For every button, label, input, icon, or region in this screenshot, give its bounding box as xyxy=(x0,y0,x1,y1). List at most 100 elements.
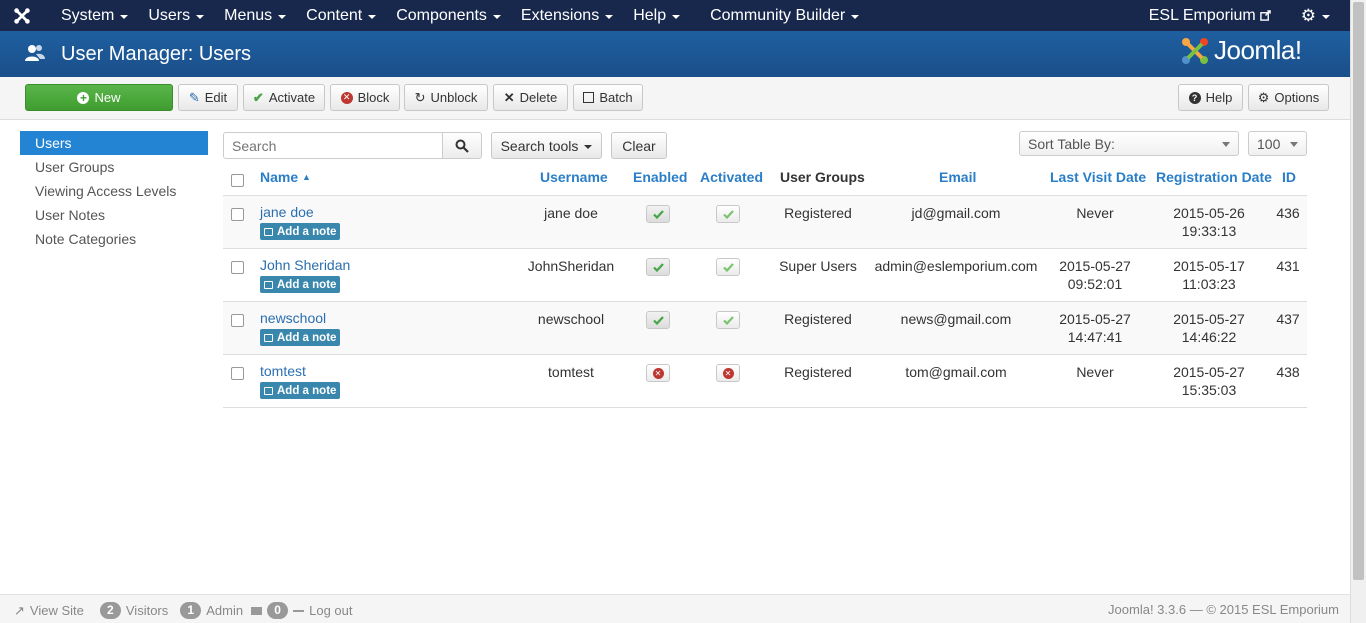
edit-button[interactable]: ✎ Edit xyxy=(178,84,238,111)
new-label: New xyxy=(94,90,121,105)
user-groups-cell: Registered xyxy=(784,364,852,380)
block-button[interactable]: ✕ Block xyxy=(330,84,400,111)
table-row: jane doe Add a note jane doe Registered jd@g… xyxy=(223,195,1307,248)
column-header-username[interactable]: Username xyxy=(540,169,608,185)
new-button[interactable]: + New xyxy=(25,84,173,111)
sidebar-item-note-categories[interactable]: Note Categories xyxy=(20,227,208,251)
column-header-user-groups: User Groups xyxy=(780,169,865,185)
add-note-button[interactable]: Add a note xyxy=(260,276,341,293)
logout-link[interactable]: Log out xyxy=(293,603,353,618)
row-checkbox[interactable] xyxy=(231,208,244,221)
user-id-cell: 437 xyxy=(1276,311,1300,327)
share-icon: ↗ xyxy=(14,602,25,618)
search-input[interactable] xyxy=(223,132,443,159)
check-icon xyxy=(652,209,664,219)
delete-label: Delete xyxy=(519,90,558,105)
activated-toggle[interactable]: ✕ xyxy=(716,364,740,382)
column-header-last-visit[interactable]: Last Visit Date xyxy=(1050,169,1146,185)
messages-count-badge[interactable]: 0 xyxy=(267,602,289,619)
list-limit-select[interactable]: 100 xyxy=(1248,131,1307,156)
registration-date-cell: 2015-05-27 15:35:03 xyxy=(1159,363,1259,399)
row-checkbox[interactable] xyxy=(231,261,244,274)
activated-toggle[interactable] xyxy=(716,311,740,329)
version-text: Joomla! 3.3.6 xyxy=(1108,602,1187,617)
menu-system[interactable]: System xyxy=(51,0,138,31)
joomla-logo-icon xyxy=(1182,37,1208,64)
menu-users[interactable]: Users xyxy=(138,0,214,31)
activated-toggle[interactable] xyxy=(716,258,740,276)
menu-extensions[interactable]: Extensions xyxy=(511,0,623,31)
page-scrollbar[interactable] xyxy=(1350,0,1366,623)
delete-button[interactable]: ✕ Delete xyxy=(493,84,568,111)
menu-help[interactable]: Help xyxy=(623,0,690,31)
joomla-menu-icon[interactable] xyxy=(0,0,44,31)
batch-label: Batch xyxy=(599,90,633,105)
help-button[interactable]: ? Help xyxy=(1178,84,1243,111)
block-icon: ✕ xyxy=(340,91,353,104)
enabled-toggle[interactable] xyxy=(646,258,670,276)
site-link[interactable]: ESL Emporium xyxy=(1139,0,1291,31)
user-name-link[interactable]: newschool xyxy=(260,310,326,326)
scrollbar-thumb[interactable] xyxy=(1353,2,1364,580)
enabled-toggle[interactable] xyxy=(646,311,670,329)
sidebar-item-users[interactable]: Users xyxy=(20,131,208,155)
registration-time: 19:33:13 xyxy=(1181,223,1237,239)
column-header-email[interactable]: Email xyxy=(939,169,976,185)
username-cell: tomtest xyxy=(548,364,594,380)
user-groups-cell: Registered xyxy=(784,205,852,221)
username-cell: newschool xyxy=(537,311,605,327)
activate-button[interactable]: ✔ Activate xyxy=(243,84,325,111)
search-tools-button[interactable]: Search tools xyxy=(491,132,602,159)
add-note-button[interactable]: Add a note xyxy=(260,329,341,346)
add-note-button[interactable]: Add a note xyxy=(260,223,341,240)
sidebar-item-user-groups[interactable]: User Groups xyxy=(20,155,208,179)
sidebar-item-user-notes[interactable]: User Notes xyxy=(20,203,208,227)
menu-community-builder[interactable]: Community Builder xyxy=(700,0,869,31)
options-button[interactable]: ⚙ Options xyxy=(1248,84,1329,111)
sort-table-select[interactable]: Sort Table By: xyxy=(1019,131,1239,156)
search-button[interactable] xyxy=(442,132,482,159)
column-header-enabled[interactable]: Enabled xyxy=(633,169,687,185)
enabled-toggle[interactable]: ✕ xyxy=(646,364,670,382)
x-circle-icon: ✕ xyxy=(652,367,664,379)
menu-content[interactable]: Content xyxy=(296,0,386,31)
delete-icon: ✕ xyxy=(503,89,515,105)
menu-label: Menus xyxy=(224,6,273,24)
select-all-checkbox[interactable] xyxy=(231,174,244,187)
menu-label: Content xyxy=(306,6,363,24)
add-note-label: Add a note xyxy=(277,331,337,344)
unblock-button[interactable]: ↻ Unblock xyxy=(404,84,488,111)
sort-asc-icon: ▲ xyxy=(302,172,311,182)
menu-menus[interactable]: Menus xyxy=(214,0,296,31)
note-icon xyxy=(264,333,273,342)
user-settings-menu[interactable]: ⚙ xyxy=(1291,0,1350,31)
column-header-name[interactable]: Name ▲ xyxy=(260,169,311,185)
batch-button[interactable]: Batch xyxy=(573,84,643,111)
username-cell: jane doe xyxy=(544,205,598,221)
row-checkbox[interactable] xyxy=(231,367,244,380)
row-checkbox[interactable] xyxy=(231,314,244,327)
column-header-id[interactable]: ID xyxy=(1282,169,1296,185)
user-name-link[interactable]: tomtest xyxy=(260,363,306,379)
table-bottom-border xyxy=(223,407,1307,408)
email-cell: admin@eslemporium.com xyxy=(874,258,1038,274)
enabled-toggle[interactable] xyxy=(646,205,670,223)
clear-button[interactable]: Clear xyxy=(611,132,667,159)
menu-components[interactable]: Components xyxy=(386,0,511,31)
sort-select-value: Sort Table By: xyxy=(1028,135,1115,152)
search-icon xyxy=(455,139,469,153)
gear-icon: ⚙ xyxy=(1300,5,1316,25)
page-header: User Manager: Users Joomla! xyxy=(0,31,1350,77)
user-name-link[interactable]: John Sheridan xyxy=(260,257,350,273)
sidebar-item-viewing-access-levels[interactable]: Viewing Access Levels xyxy=(20,179,208,203)
user-id-cell: 431 xyxy=(1276,258,1300,274)
activated-toggle[interactable] xyxy=(716,205,740,223)
add-note-button[interactable]: Add a note xyxy=(260,382,341,399)
view-site-link[interactable]: ↗ View Site xyxy=(14,603,84,619)
column-header-activated[interactable]: Activated xyxy=(700,169,763,185)
column-header-registration-date[interactable]: Registration Date xyxy=(1156,169,1272,185)
user-name-link[interactable]: jane doe xyxy=(260,204,314,220)
registration-date-cell: 2015-05-26 19:33:13 xyxy=(1159,204,1259,240)
caret-down-icon xyxy=(851,14,860,19)
note-icon xyxy=(264,386,273,395)
